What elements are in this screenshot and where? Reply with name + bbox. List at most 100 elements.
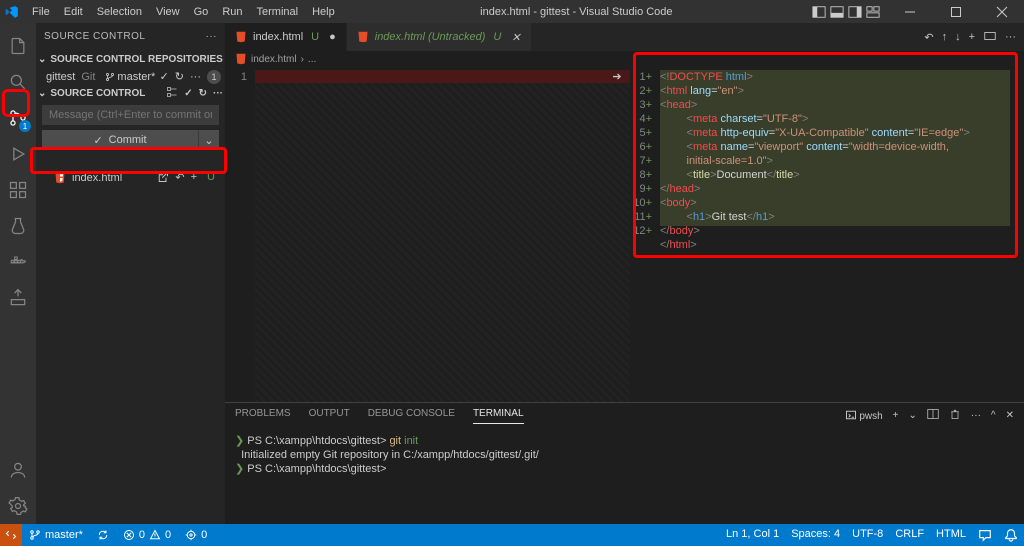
sidebar: SOURCE CONTROL ··· ⌄ SOURCE CONTROL REPO…: [36, 23, 225, 524]
activity-accounts[interactable]: [0, 452, 36, 488]
prev-change-icon[interactable]: ↶: [924, 31, 933, 44]
activity-docker[interactable]: [0, 244, 36, 280]
more-icon[interactable]: ···: [190, 71, 201, 83]
activity-explorer[interactable]: [0, 28, 36, 64]
status-problems[interactable]: 0 0: [116, 524, 178, 546]
more-icon[interactable]: ···: [206, 31, 218, 42]
panel-tab-terminal[interactable]: TERMINAL: [473, 408, 524, 424]
sc-header-label: SOURCE CONTROL: [50, 88, 145, 99]
activity-search[interactable]: [0, 64, 36, 100]
panel-tab-output[interactable]: OUTPUT: [309, 408, 350, 423]
more-icon[interactable]: ···: [1005, 31, 1016, 43]
branch-indicator[interactable]: master*: [105, 71, 155, 83]
status-notifications-icon[interactable]: [998, 528, 1024, 542]
customize-layout-icon[interactable]: [866, 5, 880, 19]
activity-source-control[interactable]: 1: [0, 100, 36, 136]
repo-row[interactable]: gittest Git master* ✓ ↻ ··· 1: [36, 68, 225, 85]
activity-liveserver[interactable]: [0, 280, 36, 316]
close-panel-icon[interactable]: ✕: [1006, 410, 1014, 421]
menu-run[interactable]: Run: [216, 4, 248, 20]
arrow-down-icon[interactable]: ↓: [955, 31, 961, 43]
menu-selection[interactable]: Selection: [91, 4, 148, 20]
more-icon[interactable]: ···: [213, 88, 223, 99]
menu-file[interactable]: File: [26, 4, 56, 20]
menu-view[interactable]: View: [150, 4, 186, 20]
commit-check-icon[interactable]: ✓: [184, 88, 192, 99]
terminal-shell-label[interactable]: pwsh: [845, 409, 883, 422]
repos-header[interactable]: ⌄ SOURCE CONTROL REPOSITORIES: [36, 50, 225, 68]
kill-terminal-icon[interactable]: [949, 408, 961, 423]
terminal-body[interactable]: ❯ PS C:\xampp\htdocs\gittest> git init I…: [225, 428, 1024, 482]
status-cursor[interactable]: Ln 1, Col 1: [720, 528, 785, 540]
arrow-up-icon[interactable]: ↑: [942, 31, 948, 43]
stage-plus-icon[interactable]: +: [969, 31, 975, 43]
view-tree-icon[interactable]: [166, 86, 178, 101]
refresh-icon[interactable]: ↻: [199, 88, 207, 99]
commit-dropdown[interactable]: ⌄: [199, 130, 219, 150]
new-terminal-icon[interactable]: +: [893, 410, 899, 421]
activity-bar: 1: [0, 23, 36, 524]
toggle-primary-sidebar-icon[interactable]: [812, 5, 826, 19]
toggle-whitespace-icon[interactable]: [983, 29, 997, 46]
breadcrumb-file: index.html: [251, 54, 297, 65]
commit-button[interactable]: ✓ Commit: [42, 130, 199, 150]
stage-plus-icon[interactable]: +: [191, 171, 197, 186]
open-file-icon[interactable]: [157, 171, 169, 186]
breadcrumb[interactable]: index.html › ...: [225, 51, 1024, 67]
status-feedback-icon[interactable]: [972, 528, 998, 542]
discard-icon[interactable]: ↶: [175, 171, 184, 186]
status-eol[interactable]: CRLF: [889, 528, 930, 540]
tab-index-html-untracked[interactable]: index.html (Untracked) U ✕: [347, 23, 532, 51]
terminal-dropdown-icon[interactable]: ⌄: [909, 410, 917, 421]
menu-bar: File Edit Selection View Go Run Terminal…: [26, 4, 341, 20]
repo-scm: Git: [81, 71, 95, 83]
menu-go[interactable]: Go: [188, 4, 215, 20]
expand-diff-icon[interactable]: ➔: [607, 70, 627, 83]
diff-modified-pane[interactable]: 1+ 2+ 3+ 4+ 5+ 6+ 7+ 8+ 9+ 10+ 11+ 12+ <…: [630, 67, 1024, 402]
checkmark-icon[interactable]: ✓: [160, 70, 169, 83]
refresh-icon[interactable]: ↻: [175, 70, 184, 83]
changed-file-row[interactable]: index.html ↶ + U: [36, 168, 225, 188]
menu-help[interactable]: Help: [306, 4, 341, 20]
panel-tab-debug[interactable]: DEBUG CONSOLE: [368, 408, 455, 423]
activity-settings[interactable]: [0, 488, 36, 524]
maximize-panel-icon[interactable]: ^: [991, 410, 996, 421]
editor-area: index.html U ● index.html (Untracked) U …: [225, 23, 1024, 524]
terminal-panel: PROBLEMS OUTPUT DEBUG CONSOLE TERMINAL p…: [225, 402, 1024, 524]
tab-index-html[interactable]: index.html U ●: [225, 23, 347, 51]
status-language[interactable]: HTML: [930, 528, 972, 540]
window-controls: [892, 1, 1020, 23]
status-port[interactable]: 0: [178, 524, 214, 546]
tab-modified-dot[interactable]: ●: [329, 31, 336, 43]
deleted-line-bg: [255, 70, 630, 83]
activity-run-debug[interactable]: [0, 136, 36, 172]
split-terminal-icon[interactable]: [927, 408, 939, 423]
status-branch[interactable]: master*: [22, 524, 90, 546]
repo-name: gittest: [46, 71, 75, 83]
chevron-down-icon: ⌄: [38, 54, 46, 65]
sidebar-title: SOURCE CONTROL ···: [36, 23, 225, 50]
status-sync[interactable]: [90, 524, 116, 546]
close-button[interactable]: [984, 1, 1020, 23]
sc-header[interactable]: ⌄ SOURCE CONTROL ✓ ↻ ···: [36, 85, 225, 102]
minimize-button[interactable]: [892, 1, 928, 23]
activity-extensions[interactable]: [0, 172, 36, 208]
html-file-icon: [235, 31, 247, 43]
panel-tab-problems[interactable]: PROBLEMS: [235, 408, 291, 423]
commit-message-input[interactable]: [42, 105, 219, 125]
status-encoding[interactable]: UTF-8: [846, 528, 889, 540]
diff-original-pane[interactable]: 1 ➔: [225, 67, 630, 402]
more-icon[interactable]: ···: [971, 410, 981, 421]
title-bar: File Edit Selection View Go Run Terminal…: [0, 0, 1024, 23]
close-icon[interactable]: ✕: [511, 31, 520, 44]
activity-testing[interactable]: [0, 208, 36, 244]
menu-terminal[interactable]: Terminal: [251, 4, 305, 20]
toggle-secondary-sidebar-icon[interactable]: [848, 5, 862, 19]
toggle-panel-icon[interactable]: [830, 5, 844, 19]
status-spaces[interactable]: Spaces: 4: [785, 528, 846, 540]
chevron-right-icon: ›: [301, 54, 304, 65]
maximize-button[interactable]: [938, 1, 974, 23]
remote-indicator[interactable]: [0, 524, 22, 546]
menu-edit[interactable]: Edit: [58, 4, 89, 20]
html-file-icon: [235, 53, 247, 65]
